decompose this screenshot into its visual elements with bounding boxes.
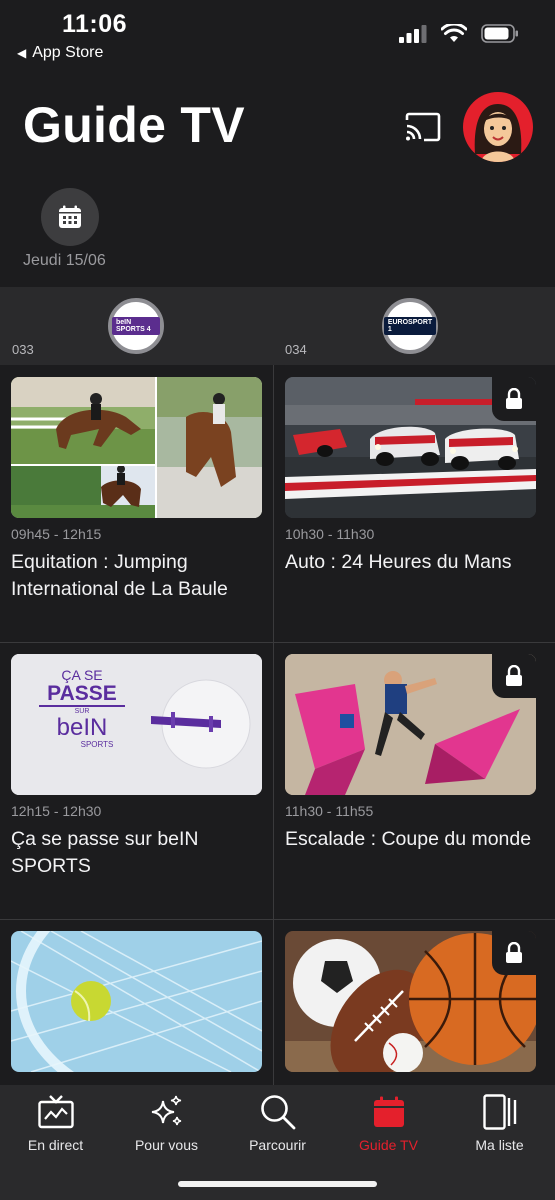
- program-title: Escalade : Coupe du monde: [285, 828, 532, 850]
- program-title: Equitation : Jumping International de La…: [11, 551, 228, 600]
- program-thumbnail: [285, 377, 536, 518]
- channel-number: 033: [12, 342, 34, 357]
- locked-content-badge: [492, 931, 536, 975]
- promo-line-2: PASSE: [39, 683, 125, 707]
- bein-logo-sub: SPORTS: [80, 740, 114, 749]
- date-picker-button[interactable]: [41, 188, 99, 246]
- selected-date-label: Jeudi 15/06: [23, 252, 106, 269]
- tennis-image: [11, 931, 262, 1072]
- program-title: Auto : 24 Heures du Mans: [285, 551, 512, 573]
- program-card[interactable]: 10h30 - 11h30 Auto : 24 Heures du Mans: [285, 377, 548, 647]
- library-icon: [480, 1092, 520, 1132]
- program-thumbnail: [11, 931, 262, 1072]
- program-time: 12h15 - 12h30: [11, 803, 102, 819]
- tv-live-icon: [36, 1092, 76, 1132]
- search-icon: [258, 1092, 298, 1132]
- lock-icon: [506, 942, 522, 963]
- lock-icon: [506, 388, 522, 409]
- profile-avatar[interactable]: [463, 92, 533, 162]
- signal-icon: [399, 24, 427, 43]
- channel-header-strip: beIN SPORTS 4 033 EUROSPORT 1 034: [0, 287, 555, 365]
- back-app-label: App Store: [32, 44, 104, 61]
- bein-logo-text: beIN: [56, 714, 108, 741]
- channel-logo-text: EUROSPORT 1: [383, 317, 437, 335]
- locked-content-badge: [492, 654, 536, 698]
- promo-text-block: ÇA SE PASSE SUR beIN SPORTS: [39, 668, 125, 749]
- lock-icon: [506, 665, 522, 686]
- home-indicator[interactable]: [178, 1181, 377, 1187]
- program-card[interactable]: ÇA SE PASSE SUR beIN SPORTS 12h15 - 12h3…: [11, 654, 274, 924]
- status-time: 11:06: [62, 10, 128, 38]
- channel-logo-bein-sports-4[interactable]: beIN SPORTS 4: [108, 298, 164, 354]
- status-bar: 11:06 ◀ App Store: [0, 0, 555, 72]
- calendar-icon: [369, 1092, 409, 1132]
- channel-number: 034: [285, 342, 307, 357]
- tab-guide-tv[interactable]: Guide TV: [333, 1085, 444, 1165]
- program-thumbnail: ÇA SE PASSE SUR beIN SPORTS: [11, 654, 262, 795]
- tab-label: Ma liste: [475, 1137, 524, 1153]
- program-time: 09h45 - 12h15: [11, 526, 102, 542]
- back-to-app-store-link[interactable]: ◀ App Store: [17, 44, 103, 62]
- program-card[interactable]: 09h45 - 12h15 Equitation : Jumping Inter…: [11, 377, 274, 647]
- tab-label: En direct: [27, 1137, 84, 1153]
- channel-logo-text: beIN SPORTS 4: [112, 317, 160, 335]
- tab-en-direct[interactable]: En direct: [0, 1085, 111, 1165]
- program-thumbnail: [285, 654, 536, 795]
- back-triangle-icon: ◀: [17, 46, 27, 60]
- wifi-icon: [441, 24, 467, 42]
- promo-line-1: ÇA SE: [61, 667, 103, 683]
- status-icons: [399, 24, 519, 43]
- tab-parcourir[interactable]: Parcourir: [222, 1085, 333, 1165]
- tab-ma-liste[interactable]: Ma liste: [444, 1085, 555, 1165]
- page-title: Guide TV: [23, 97, 245, 153]
- sparkles-icon: [147, 1092, 187, 1132]
- battery-icon: [481, 24, 518, 43]
- avatar-illustration: [474, 104, 522, 162]
- tab-label: Guide TV: [359, 1137, 418, 1153]
- cast-button[interactable]: [404, 112, 442, 142]
- program-title: Ça se passe sur beIN SPORTS: [11, 828, 199, 877]
- equestrian-image: [11, 377, 262, 518]
- calendar-icon: [59, 205, 81, 228]
- locked-content-badge: [492, 377, 536, 421]
- program-card[interactable]: 11h30 - 11h55 Escalade : Coupe du monde: [285, 654, 548, 924]
- program-thumbnail: [285, 931, 536, 1072]
- program-time: 10h30 - 11h30: [285, 526, 375, 542]
- tab-pour-vous[interactable]: Pour vous: [111, 1085, 222, 1165]
- tab-label: Parcourir: [249, 1137, 306, 1153]
- program-thumbnail: [11, 377, 262, 518]
- cast-icon: [405, 112, 441, 142]
- channel-logo-eurosport-1[interactable]: EUROSPORT 1: [382, 298, 438, 354]
- channel-column-header: beIN SPORTS 4 033: [0, 287, 273, 365]
- tab-label: Pour vous: [134, 1137, 199, 1153]
- channel-column-header: EUROSPORT 1 034: [273, 287, 555, 365]
- program-time: 11h30 - 11h55: [285, 803, 374, 819]
